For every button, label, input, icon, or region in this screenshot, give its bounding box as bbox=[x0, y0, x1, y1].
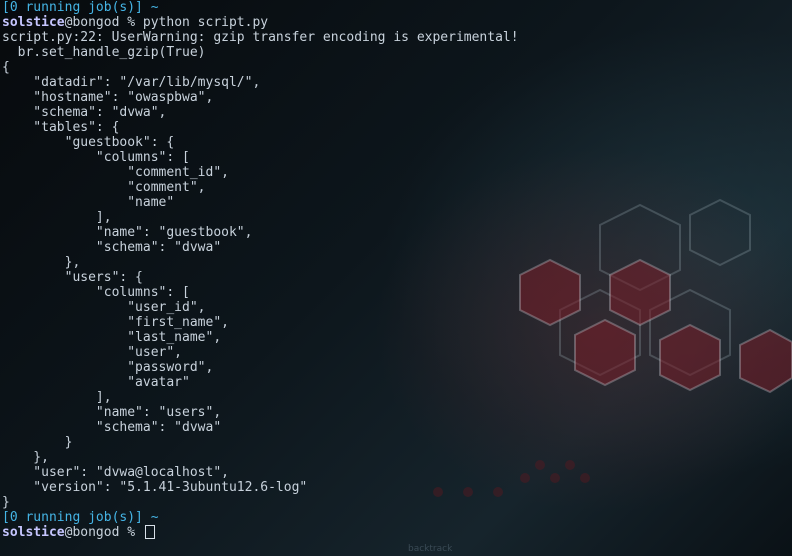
warning-code-line: br.set_handle_gzip(True) bbox=[2, 45, 206, 60]
output-line: "last_name", bbox=[2, 330, 222, 345]
text-cursor[interactable] bbox=[144, 525, 155, 539]
output-line: "first_name", bbox=[2, 315, 229, 330]
output-line: "hostname": "owaspbwa", bbox=[2, 90, 214, 105]
output-line: "users": { bbox=[2, 270, 143, 285]
output-line: "user": "dvwa@localhost", bbox=[2, 465, 229, 480]
output-line: "schema": "dvwa" bbox=[2, 240, 222, 255]
warning-line: script.py:22: UserWarning: gzip transfer… bbox=[2, 30, 519, 45]
output-line: "version": "5.1.41-3ubuntu12.6-log" bbox=[2, 480, 308, 495]
output-line: "datadir": "/var/lib/mysql/", bbox=[2, 75, 261, 90]
command-prompt-line: solstice@bongod % python script.py bbox=[2, 15, 792, 30]
output-line: "avatar" bbox=[2, 375, 190, 390]
prompt-command: @bongod % python script.py bbox=[64, 15, 269, 30]
output-line: ], bbox=[2, 210, 112, 225]
prompt-host-bottom: @bongod % bbox=[64, 525, 143, 540]
output-line: "user", bbox=[2, 345, 183, 360]
output-line: "user_id", bbox=[2, 300, 206, 315]
output-line: "comment_id", bbox=[2, 165, 229, 180]
job-status-line: [0 running job(s)] ~ bbox=[2, 0, 159, 15]
output-line: "schema": "dvwa", bbox=[2, 105, 167, 120]
output-line: }, bbox=[2, 450, 49, 465]
prompt-username-bottom: solstice bbox=[2, 525, 65, 540]
output-line: } bbox=[2, 435, 73, 450]
active-prompt-line[interactable]: solstice@bongod % bbox=[2, 525, 792, 540]
terminal-window[interactable]: [0 running job(s)] ~ solstice@bongod % p… bbox=[2, 0, 792, 556]
output-line: "columns": [ bbox=[2, 285, 190, 300]
output-line: "guestbook": { bbox=[2, 135, 175, 150]
json-output: { "datadir": "/var/lib/mysql/", "hostnam… bbox=[2, 60, 792, 510]
job-status-line-bottom: [0 running job(s)] ~ bbox=[2, 510, 159, 525]
output-line: "columns": [ bbox=[2, 150, 190, 165]
output-line: }, bbox=[2, 255, 81, 270]
output-line: "schema": "dvwa" bbox=[2, 420, 222, 435]
output-line: "name": "guestbook", bbox=[2, 225, 253, 240]
output-line: "password", bbox=[2, 360, 214, 375]
output-line: ], bbox=[2, 390, 112, 405]
output-line: "comment", bbox=[2, 180, 206, 195]
wallpaper-brand-logo: backtrack bbox=[408, 544, 453, 554]
output-line: { bbox=[2, 60, 10, 75]
output-line: "tables": { bbox=[2, 120, 120, 135]
output-line: "name": "users", bbox=[2, 405, 222, 420]
output-line: } bbox=[2, 495, 10, 510]
output-line: "name" bbox=[2, 195, 175, 210]
prompt-username: solstice bbox=[2, 15, 65, 30]
